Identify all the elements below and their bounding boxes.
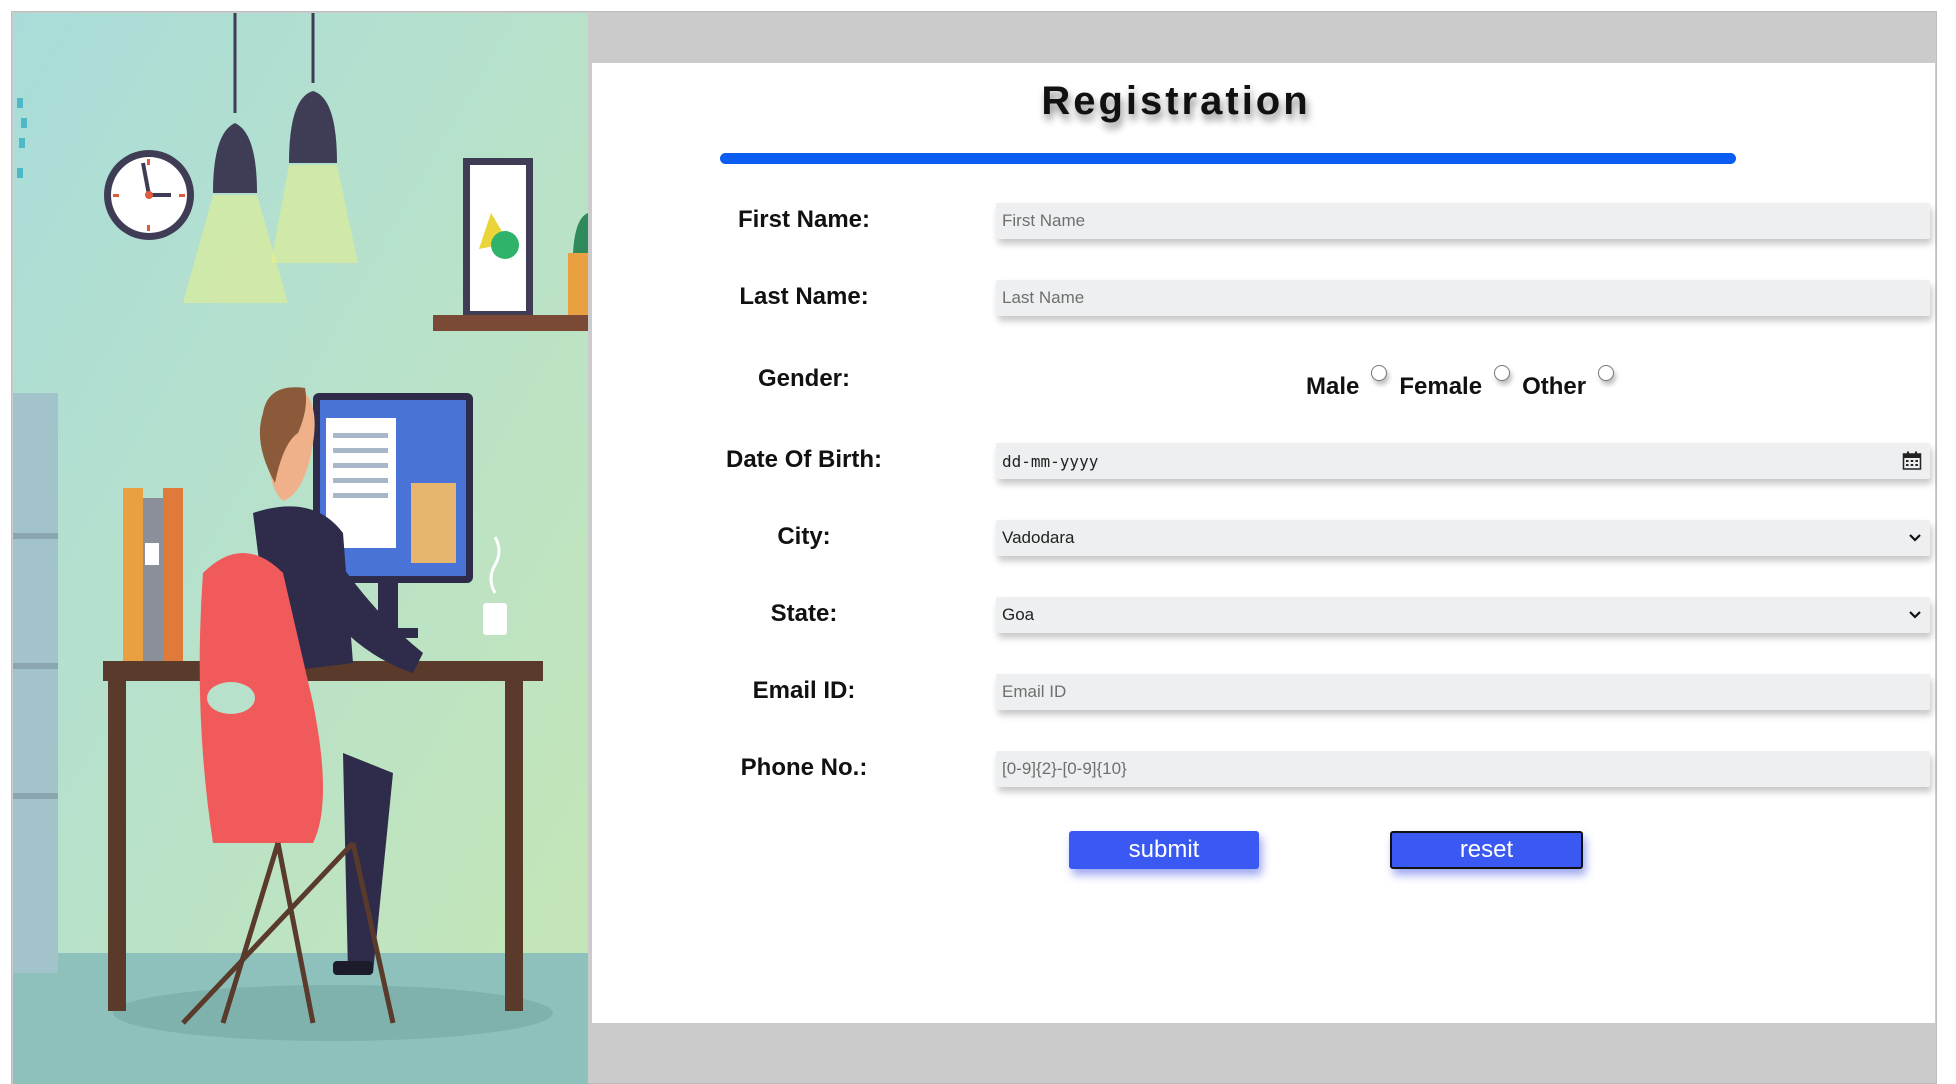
state-label: State:	[770, 600, 838, 627]
phone-placeholder: [0-9]{2}-[0-9]{10}	[1002, 759, 1127, 778]
city-select[interactable]: Vadodara	[996, 520, 1930, 556]
gender-radio-female[interactable]	[1494, 365, 1511, 381]
last-name-placeholder: Last Name	[1002, 288, 1085, 307]
submit-button[interactable]: submit	[1069, 831, 1259, 869]
email-input[interactable]: Email ID	[996, 674, 1930, 710]
gender-option-other-label: Other	[1522, 373, 1587, 400]
gender-radio-male[interactable]	[1371, 365, 1388, 381]
state-select[interactable]: Goa	[996, 597, 1930, 633]
dob-input[interactable]: dd-mm-yyyy	[996, 443, 1930, 479]
chevron-down-icon	[1908, 610, 1922, 620]
email-placeholder: Email ID	[1002, 682, 1067, 701]
dob-label: Date Of Birth:	[726, 446, 882, 473]
office-worker-illustration	[13, 13, 588, 1084]
registration-form-panel: Registration First Name: First Name Last…	[592, 63, 1935, 1023]
last-name-label: Last Name:	[739, 283, 869, 310]
first-name-label: First Name:	[737, 206, 871, 233]
calendar-icon[interactable]	[1902, 451, 1922, 471]
city-selected-value: Vadodara	[1002, 528, 1075, 547]
reset-button[interactable]: reset	[1390, 831, 1583, 869]
phone-input[interactable]: [0-9]{2}-[0-9]{10}	[996, 751, 1930, 787]
gender-option-female-label: Female	[1399, 373, 1483, 400]
page-title: Registration	[1041, 79, 1311, 123]
title-underline-bar	[720, 153, 1736, 164]
email-label: Email ID:	[752, 677, 856, 704]
phone-label: Phone No.:	[740, 754, 868, 781]
state-selected-value: Goa	[1002, 605, 1035, 624]
gender-radio-other[interactable]	[1598, 365, 1615, 381]
gender-radio-group: Male Female Other	[1306, 365, 1626, 405]
gender-label: Gender:	[757, 365, 850, 392]
last-name-input[interactable]: Last Name	[996, 280, 1930, 316]
dob-placeholder: dd-mm-yyyy	[1002, 451, 1099, 471]
gender-option-male-label: Male	[1306, 373, 1360, 400]
first-name-placeholder: First Name	[1002, 211, 1086, 230]
first-name-input[interactable]: First Name	[996, 203, 1930, 239]
chevron-down-icon	[1908, 533, 1922, 543]
city-label: City:	[777, 523, 831, 550]
